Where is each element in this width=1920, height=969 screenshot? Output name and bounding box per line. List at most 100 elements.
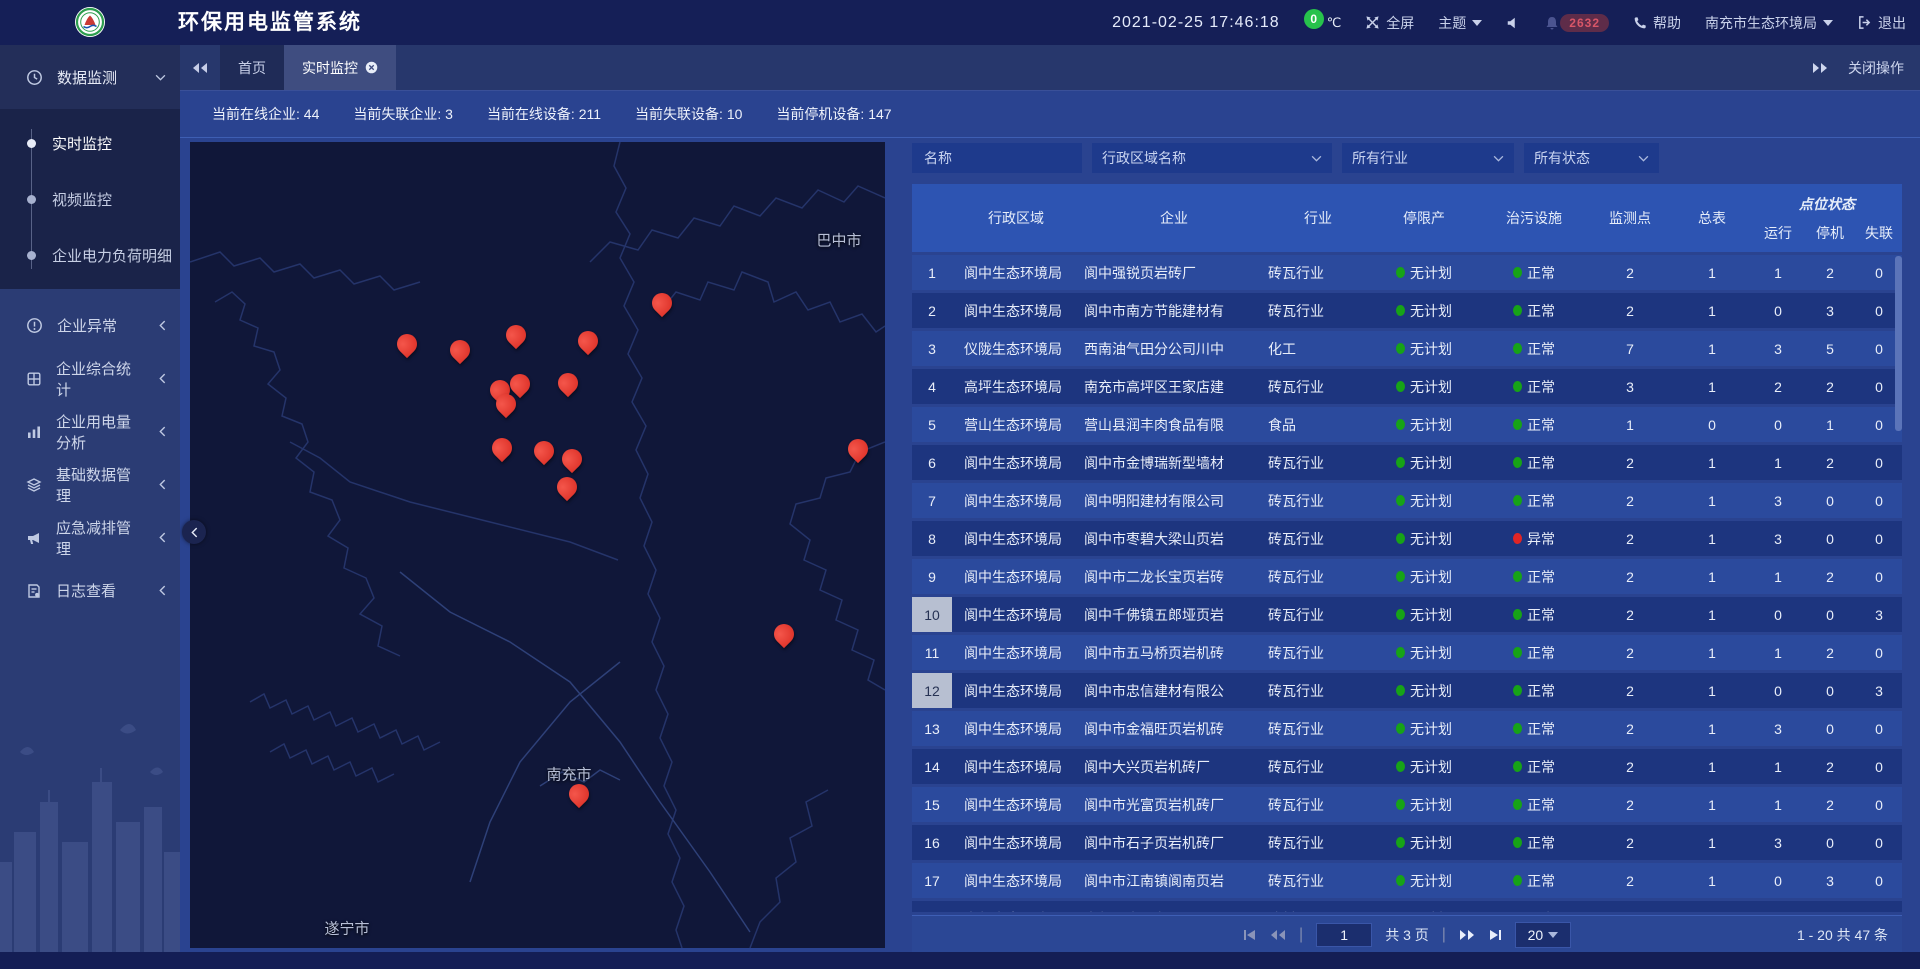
notifications-button[interactable]: 2632 <box>1544 14 1609 32</box>
status-dot-green-icon <box>1396 647 1405 658</box>
status-filter-select[interactable]: 所有状态 <box>1524 143 1659 173</box>
cell-offline: 0 <box>1856 521 1902 556</box>
last-page-icon[interactable] <box>1488 929 1502 941</box>
table-row[interactable]: 2 阆中生态环境局 阆中市南方节能建材有 砖瓦行业 无计划 正常 2 1 0 3… <box>912 293 1902 328</box>
status-dot-icon <box>1513 571 1522 582</box>
sidebar-item[interactable]: 基础数据管理 <box>0 458 180 511</box>
cell-total-meters: 1 <box>1672 749 1752 784</box>
cell-production-status: 无计划 <box>1368 255 1480 290</box>
status-dot-green-icon <box>1396 685 1405 696</box>
table-row[interactable]: 9 阆中生态环境局 阆中市二龙长宝页岩砖 砖瓦行业 无计划 正常 2 1 1 2… <box>912 559 1902 594</box>
table-row[interactable]: 18 南部生态环境局 南部县水泥有限公司 建材加工 无计划 正常 5 0 0 5… <box>912 901 1902 912</box>
table-row[interactable]: 3 仪陇生态环境局 西南油气田分公司川中 化工 无计划 正常 7 1 3 5 0 <box>912 331 1902 366</box>
cell-running: 3 <box>1752 825 1804 860</box>
table-row[interactable]: 17 阆中生态环境局 阆中市江南镇阆南页岩 砖瓦行业 无计划 正常 2 1 0 … <box>912 863 1902 898</box>
cell-industry: 建材加工 <box>1268 901 1368 912</box>
column-header: 总表 <box>1672 184 1752 252</box>
next-page-icon[interactable] <box>1459 929 1475 941</box>
cell-region: 阆中生态环境局 <box>952 483 1080 518</box>
cell-monitor-points: 2 <box>1588 635 1672 670</box>
tabs-scroll-right-icon[interactable] <box>1812 62 1828 74</box>
stat-label: 当前停机设备: <box>776 106 868 122</box>
table-row[interactable]: 11 阆中生态环境局 阆中市五马桥页岩机砖 砖瓦行业 无计划 正常 2 1 1 … <box>912 635 1902 670</box>
table-scrollbar-thumb[interactable] <box>1895 256 1902 431</box>
tabs-scroll-left-icon[interactable] <box>180 45 220 90</box>
table-row[interactable]: 13 阆中生态环境局 阆中市金福旺页岩机砖 砖瓦行业 无计划 正常 2 1 3 … <box>912 711 1902 746</box>
first-page-icon[interactable] <box>1243 929 1257 941</box>
table-row[interactable]: 10 阆中生态环境局 阆中千佛镇五郎垭页岩 砖瓦行业 无计划 正常 2 1 0 … <box>912 597 1902 632</box>
table-row[interactable]: 5 营山生态环境局 营山县润丰肉食品有限 食品 无计划 正常 1 0 0 1 0 <box>912 407 1902 442</box>
sidebar-item[interactable]: 企业综合统计 <box>0 352 180 405</box>
cell-total-meters: 1 <box>1672 293 1752 328</box>
cell-industry: 砖瓦行业 <box>1268 293 1368 328</box>
app-header: 环保用电监管系统 2021-02-25 17:46:18 0 ℃ 全屏 主题 2… <box>0 0 1920 45</box>
sidebar-item[interactable]: 企业用电量分析 <box>0 405 180 458</box>
sidebar-subitem[interactable]: 视频监控 <box>0 171 180 227</box>
table-row[interactable]: 16 阆中生态环境局 阆中市石子页岩机砖厂 砖瓦行业 无计划 正常 2 1 3 … <box>912 825 1902 860</box>
map-collapse-button[interactable] <box>182 520 206 544</box>
map[interactable]: 巴中市南充市遂宁市 <box>190 142 885 948</box>
cell-production-status: 无计划 <box>1368 407 1480 442</box>
cell-region: 南部生态环境局 <box>952 901 1080 912</box>
status-dot-green-icon <box>1396 875 1405 886</box>
cell-monitor-points: 2 <box>1588 521 1672 556</box>
table-row[interactable]: 14 阆中生态环境局 阆中大兴页岩机砖厂 砖瓦行业 无计划 正常 2 1 1 2… <box>912 749 1902 784</box>
tab[interactable]: 首页 <box>220 45 284 90</box>
stat-label: 当前失联设备: <box>635 106 727 122</box>
table-row[interactable]: 1 阆中生态环境局 阆中强锐页岩砖厂 砖瓦行业 无计划 正常 2 1 1 2 0 <box>912 255 1902 290</box>
cell-running: 3 <box>1752 331 1804 366</box>
sidebar-subitem[interactable]: 实时监控 <box>0 115 180 171</box>
tab[interactable]: 实时监控 <box>284 45 396 90</box>
stat-item: 当前失联设备: 10 <box>635 104 742 124</box>
mute-button[interactable] <box>1506 16 1520 30</box>
cell-facility-status: 正常 <box>1480 825 1588 860</box>
app-logo-icon <box>74 6 106 38</box>
name-filter-input[interactable] <box>922 149 1072 167</box>
status-dot-green-icon <box>1396 799 1405 810</box>
sidebar-item-data-monitoring[interactable]: 数据监测 <box>0 45 180 109</box>
status-dot-green-icon <box>1396 419 1405 430</box>
caret-down-icon <box>1472 20 1482 26</box>
table-row[interactable]: 15 阆中生态环境局 阆中市光富页岩机砖厂 砖瓦行业 无计划 正常 2 1 1 … <box>912 787 1902 822</box>
region-filter-select[interactable]: 行政区域名称 <box>1092 143 1332 173</box>
cell-running: 0 <box>1752 293 1804 328</box>
sidebar-item[interactable]: 企业异常 <box>0 299 180 352</box>
cell-offline: 0 <box>1856 825 1902 860</box>
stat-value: 44 <box>304 106 320 122</box>
logout-button[interactable]: 退出 <box>1857 13 1906 33</box>
stat-value: 211 <box>579 106 601 122</box>
fullscreen-button[interactable]: 全屏 <box>1365 13 1414 33</box>
sidebar-item[interactable]: 应急减排管理 <box>0 511 180 564</box>
cell-row-number: 12 <box>912 673 952 708</box>
status-dot-icon <box>1513 381 1522 392</box>
table-row[interactable]: 12 阆中生态环境局 阆中市忠信建材有限公 砖瓦行业 无计划 正常 2 1 0 … <box>912 673 1902 708</box>
cell-industry: 砖瓦行业 <box>1268 825 1368 860</box>
status-dot-icon <box>1513 419 1522 430</box>
sidebar-subitem[interactable]: 企业电力负荷明细 <box>0 227 180 283</box>
table-row[interactable]: 4 高坪生态环境局 南充市高坪区王家店建 砖瓦行业 无计划 正常 3 1 2 2… <box>912 369 1902 404</box>
org-dropdown[interactable]: 南充市生态环境局 <box>1705 13 1833 33</box>
status-dot-green-icon <box>1396 571 1405 582</box>
help-button[interactable]: 帮助 <box>1633 13 1681 33</box>
table-row[interactable]: 7 阆中生态环境局 阆中明阳建材有限公司 砖瓦行业 无计划 正常 2 1 3 0… <box>912 483 1902 518</box>
cell-stopped: 3 <box>1804 863 1856 898</box>
cell-company: 阆中市五马桥页岩机砖 <box>1080 635 1268 670</box>
table-row[interactable]: 8 阆中生态环境局 阆中市枣碧大梁山页岩 砖瓦行业 无计划 异常 2 1 3 0… <box>912 521 1902 556</box>
cell-region: 阆中生态环境局 <box>952 521 1080 556</box>
tab-close-icon[interactable] <box>365 61 378 74</box>
sidebar-item-label: 日志查看 <box>56 580 116 601</box>
close-operations-button[interactable]: 关闭操作 <box>1848 58 1904 78</box>
page-size-select[interactable]: 20 <box>1515 922 1571 948</box>
sidebar-item[interactable]: 日志查看 <box>0 564 180 617</box>
previous-page-icon[interactable] <box>1270 929 1286 941</box>
industry-filter-select[interactable]: 所有行业 <box>1342 143 1514 173</box>
cell-row-number: 2 <box>912 293 952 328</box>
cell-offline: 0 <box>1856 787 1902 822</box>
page-number-input[interactable] <box>1316 923 1372 947</box>
theme-dropdown[interactable]: 主题 <box>1438 13 1482 33</box>
cell-industry: 化工 <box>1268 331 1368 366</box>
cell-running: 1 <box>1752 445 1804 480</box>
temperature-badge: 0 ℃ <box>1304 15 1342 31</box>
table-row[interactable]: 6 阆中生态环境局 阆中市金博瑞新型墙材 砖瓦行业 无计划 正常 2 1 1 2… <box>912 445 1902 480</box>
app-root: 环保用电监管系统 2021-02-25 17:46:18 0 ℃ 全屏 主题 2… <box>0 0 1920 969</box>
